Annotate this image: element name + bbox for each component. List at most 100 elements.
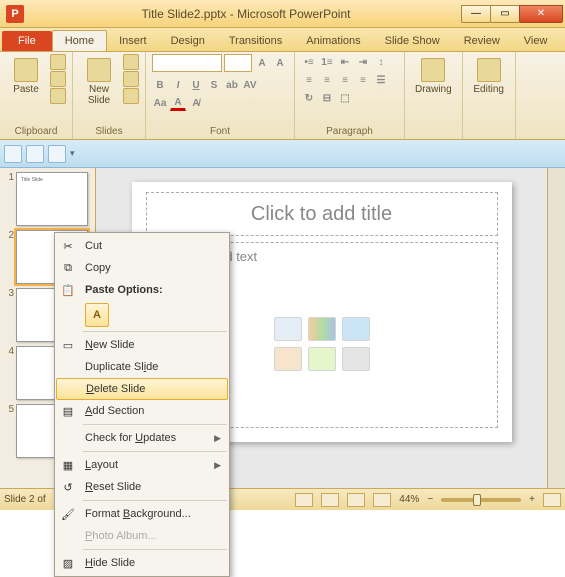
paste-label: Paste [13, 84, 39, 95]
drawing-button[interactable]: Drawing [411, 54, 456, 99]
title-placeholder[interactable]: Click to add title [146, 192, 498, 236]
qat-undo-icon[interactable] [26, 145, 44, 163]
ctx-cut[interactable]: ✂Cut [55, 235, 229, 257]
spacing-icon[interactable]: AV [242, 77, 258, 93]
new-slide-button[interactable]: New Slide [79, 54, 119, 110]
ctx-copy[interactable]: ⧉Copy [55, 257, 229, 279]
qat-redo-icon[interactable] [48, 145, 66, 163]
strike-icon[interactable]: S [206, 77, 222, 93]
grow-font-icon[interactable]: A [254, 55, 270, 71]
copy-icon: ⧉ [59, 260, 77, 276]
tab-design[interactable]: Design [159, 31, 217, 51]
tab-review[interactable]: Review [452, 31, 512, 51]
minimize-button[interactable]: — [461, 5, 491, 23]
new-slide-label: New Slide [88, 84, 110, 106]
shadow-icon[interactable]: ab [224, 77, 240, 93]
reset-icon[interactable] [123, 71, 139, 87]
clipboard-group-label: Clipboard [6, 124, 66, 139]
case-icon[interactable]: Aa [152, 95, 168, 111]
tab-transitions[interactable]: Transitions [217, 31, 294, 51]
tab-slideshow[interactable]: Slide Show [373, 31, 452, 51]
window-title: Title Slide2.pptx - Microsoft PowerPoint [30, 7, 462, 21]
group-editing: Editing [463, 52, 516, 139]
maximize-button[interactable]: ▭ [490, 5, 520, 23]
ctx-duplicate-slide[interactable]: Duplicate Slide [55, 356, 229, 378]
group-font: A A B I U S ab AV Aa A A̸ Font [146, 52, 295, 139]
insert-picture-icon[interactable] [274, 347, 302, 371]
text-direction-icon[interactable]: ↻ [301, 90, 317, 106]
paste-icon [14, 58, 38, 82]
ctx-delete-slide[interactable]: Delete Slide [56, 378, 228, 400]
underline-icon[interactable]: U [188, 77, 204, 93]
slide-thumbnail-1[interactable]: Title Slide [16, 172, 88, 226]
font-group-label: Font [152, 124, 288, 139]
justify-icon[interactable]: ≡ [355, 72, 371, 88]
bullets-icon[interactable]: •≡ [301, 54, 317, 70]
insert-chart-icon[interactable] [308, 317, 336, 341]
align-text-icon[interactable]: ⊟ [319, 90, 335, 106]
cut-icon[interactable] [50, 54, 66, 70]
bold-icon[interactable]: B [152, 77, 168, 93]
font-color-icon[interactable]: A [170, 95, 186, 111]
qat-customize-icon[interactable]: ▾ [70, 148, 75, 159]
editing-button[interactable]: Editing [469, 54, 509, 99]
thumb-num: 4 [2, 346, 14, 357]
new-slide-icon [87, 58, 111, 82]
italic-icon[interactable]: I [170, 77, 186, 93]
hide-slide-icon: ▨ [59, 555, 77, 571]
shrink-font-icon[interactable]: A [272, 55, 288, 71]
sorter-view-button[interactable] [321, 493, 339, 507]
ctx-format-background[interactable]: 🖌Format Background... [55, 503, 229, 525]
vertical-scrollbar[interactable] [547, 168, 565, 488]
zoom-in-button[interactable]: + [529, 494, 535, 505]
align-left-icon[interactable]: ≡ [301, 72, 317, 88]
zoom-slider[interactable] [441, 498, 521, 502]
insert-smartart-icon[interactable] [342, 317, 370, 341]
ctx-layout[interactable]: ▦Layout▶ [55, 454, 229, 476]
slideshow-view-button[interactable] [373, 493, 391, 507]
paragraph-group-label: Paragraph [301, 124, 398, 139]
ctx-check-updates[interactable]: Check for Updates▶ [55, 427, 229, 449]
slides-group-label: Slides [79, 124, 139, 139]
insert-table-icon[interactable] [274, 317, 302, 341]
smartart-icon[interactable]: ⬚ [337, 90, 353, 106]
columns-icon[interactable]: ☰ [373, 72, 389, 88]
tab-insert[interactable]: Insert [107, 31, 159, 51]
indent-dec-icon[interactable]: ⇤ [337, 54, 353, 70]
insert-clipart-icon[interactable] [308, 347, 336, 371]
close-button[interactable]: ✕ [519, 5, 563, 23]
tab-file[interactable]: File [2, 31, 52, 51]
font-name-combo[interactable] [152, 54, 222, 72]
layout-icon[interactable] [123, 54, 139, 70]
copy-icon[interactable] [50, 71, 66, 87]
title-bar: P Title Slide2.pptx - Microsoft PowerPoi… [0, 0, 565, 28]
indent-inc-icon[interactable]: ⇥ [355, 54, 371, 70]
ctx-add-section[interactable]: ▤Add Section [55, 400, 229, 422]
font-size-combo[interactable] [224, 54, 252, 72]
qat-save-icon[interactable] [4, 145, 22, 163]
ctx-paste-options-row: A [55, 301, 229, 329]
zoom-level[interactable]: 44% [399, 494, 419, 505]
insert-media-icon[interactable] [342, 347, 370, 371]
paste-keep-formatting-button[interactable]: A [85, 303, 109, 327]
align-center-icon[interactable]: ≡ [319, 72, 335, 88]
drawing-label: Drawing [415, 84, 452, 95]
tab-home[interactable]: Home [52, 30, 107, 51]
tab-view[interactable]: View [512, 31, 560, 51]
clear-format-icon[interactable]: A̸ [188, 95, 204, 111]
paste-button[interactable]: Paste [6, 54, 46, 99]
format-painter-icon[interactable] [50, 88, 66, 104]
reading-view-button[interactable] [347, 493, 365, 507]
tab-animations[interactable]: Animations [294, 31, 372, 51]
ctx-reset-slide[interactable]: ↺Reset Slide [55, 476, 229, 498]
numbering-icon[interactable]: 1≡ [319, 54, 335, 70]
drawing-icon [421, 58, 445, 82]
line-spacing-icon[interactable]: ↕ [373, 54, 389, 70]
normal-view-button[interactable] [295, 493, 313, 507]
zoom-out-button[interactable]: − [427, 494, 433, 505]
section-icon[interactable] [123, 88, 139, 104]
ctx-hide-slide[interactable]: ▨Hide Slide [55, 552, 229, 574]
fit-window-button[interactable] [543, 493, 561, 507]
ctx-new-slide[interactable]: ▭New Slide [55, 334, 229, 356]
align-right-icon[interactable]: ≡ [337, 72, 353, 88]
